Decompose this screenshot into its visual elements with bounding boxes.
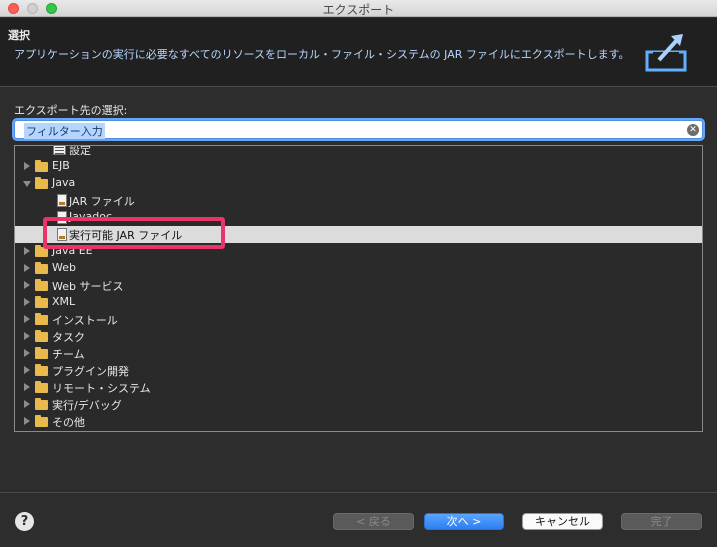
finish-button[interactable]: 完了: [621, 513, 702, 530]
folder-icon: [35, 364, 48, 376]
page-title: 選択: [8, 29, 30, 42]
footer-divider: [0, 492, 717, 493]
tree-item-java[interactable]: Java: [15, 175, 702, 192]
tree-item-settings[interactable]: 設定: [15, 145, 702, 158]
chevron-right-icon[interactable]: [24, 417, 30, 425]
export-wizard-tree[interactable]: 設定 EJB Java JAR ファイル Javadoc 実行可能 JAR ファ…: [14, 145, 703, 432]
tree-item-tasks[interactable]: タスク: [15, 328, 702, 345]
window-title: エクスポート: [322, 3, 395, 17]
folder-icon: [35, 262, 48, 274]
export-destination-label: エクスポート先の選択:: [14, 104, 128, 117]
jar-file-icon: [57, 194, 67, 207]
tree-item-team[interactable]: チーム: [15, 345, 702, 362]
tree-item-ejb[interactable]: EJB: [15, 158, 702, 175]
chevron-right-icon[interactable]: [24, 315, 30, 323]
page-description: アプリケーションの実行に必要なすべてのリソースをローカル・ファイル・システムの …: [14, 48, 630, 61]
chevron-right-icon[interactable]: [24, 264, 30, 272]
chevron-right-icon[interactable]: [24, 349, 30, 357]
tree-item-xml[interactable]: XML: [15, 294, 702, 311]
tree-item-label: 設定: [69, 145, 91, 157]
tree-item-web-services[interactable]: Web サービス: [15, 277, 702, 294]
folder-icon: [35, 330, 48, 342]
cancel-button[interactable]: キャンセル: [522, 513, 603, 530]
clear-icon[interactable]: ✕: [687, 124, 699, 136]
tree-item-label: Web: [52, 261, 76, 274]
folder-icon: [35, 415, 48, 427]
tree-item-label: EJB: [52, 159, 70, 172]
chevron-right-icon[interactable]: [24, 383, 30, 391]
tree-item-install[interactable]: インストール: [15, 311, 702, 328]
tree-item-jar-file[interactable]: JAR ファイル: [15, 192, 702, 209]
tree-item-label: タスク: [52, 331, 85, 344]
next-button[interactable]: 次へ >: [424, 513, 504, 530]
back-button[interactable]: < 戻る: [333, 513, 414, 530]
chevron-right-icon[interactable]: [24, 298, 30, 306]
chevron-right-icon[interactable]: [24, 247, 30, 255]
folder-icon: [35, 398, 48, 410]
tree-item-label: 実行/デバッグ: [52, 399, 122, 412]
folder-icon: [35, 313, 48, 325]
tree-item-label: XML: [52, 295, 76, 308]
chevron-right-icon[interactable]: [24, 366, 30, 374]
folder-icon: [35, 296, 48, 308]
filter-input-text[interactable]: フィルター入力: [24, 123, 105, 139]
tree-item-web[interactable]: Web: [15, 260, 702, 277]
tree-item-label: JAR ファイル: [69, 195, 135, 208]
tree-item-label: Web サービス: [52, 280, 124, 293]
folder-icon: [35, 160, 48, 172]
title-bar: エクスポート: [0, 0, 717, 17]
settings-icon: [53, 146, 66, 155]
chevron-right-icon[interactable]: [24, 281, 30, 289]
folder-open-icon: [35, 177, 48, 189]
tree-item-label: リモート・システム: [52, 382, 151, 395]
folder-icon: [35, 347, 48, 359]
tree-item-label: プラグイン開発: [52, 365, 129, 378]
tree-item-label: チーム: [52, 348, 85, 361]
folder-icon: [35, 279, 48, 291]
export-wizard-icon: [645, 34, 687, 72]
chevron-right-icon[interactable]: [24, 400, 30, 408]
wizard-header: 選択 アプリケーションの実行に必要なすべてのリソースをローカル・ファイル・システ…: [0, 18, 717, 86]
folder-icon: [35, 381, 48, 393]
chevron-down-icon[interactable]: [23, 181, 31, 187]
help-icon[interactable]: ?: [15, 512, 34, 531]
tree-item-label: Java: [52, 176, 76, 189]
header-divider: [0, 86, 717, 87]
chevron-right-icon[interactable]: [24, 332, 30, 340]
highlight-annotation-box: [43, 217, 225, 249]
tree-item-label: インストール: [52, 314, 118, 327]
filter-input[interactable]: フィルター入力 ✕: [14, 120, 703, 139]
tree-item-label: その他: [52, 416, 85, 429]
chevron-right-icon[interactable]: [24, 162, 30, 170]
tree-item-run-debug[interactable]: 実行/デバッグ: [15, 396, 702, 413]
tree-item-other[interactable]: その他: [15, 413, 702, 430]
tree-item-plugin-development[interactable]: プラグイン開発: [15, 362, 702, 379]
tree-item-remote-systems[interactable]: リモート・システム: [15, 379, 702, 396]
